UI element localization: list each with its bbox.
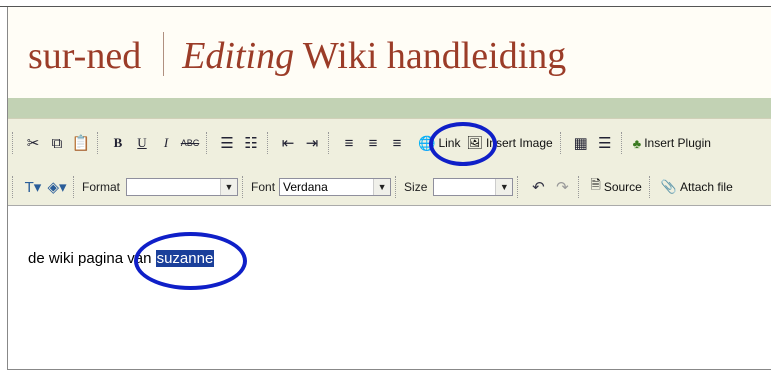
toolbar-separator [242, 176, 246, 198]
outdent-icon: ⇤ [281, 135, 295, 152]
format-select[interactable]: ▼ [126, 178, 239, 196]
horizontal-rule-icon: ☰ [597, 135, 612, 152]
numbered-list-icon: ☰ [220, 135, 234, 152]
toolbar-grip [12, 132, 16, 154]
annotation-circle-selection [134, 232, 247, 290]
strikethrough-button[interactable]: ABC [178, 131, 202, 155]
source-button[interactable]: 🗎 Source [587, 176, 644, 198]
background-color-button[interactable]: ◈▾ [45, 175, 69, 199]
toolbar-separator [97, 132, 101, 154]
toolbar-separator [206, 132, 210, 154]
align-center-button[interactable]: ≡ [361, 131, 385, 155]
toolbar-separator [648, 176, 653, 198]
strikethrough-icon: ABC [180, 138, 200, 148]
attach-file-label: Attach file [680, 180, 733, 194]
table-icon: ▦ [573, 135, 588, 152]
indent-icon: ⇥ [305, 135, 319, 152]
outdent-button[interactable]: ⇤ [276, 131, 300, 155]
clipboard-icon: 📋 [71, 135, 91, 152]
size-select[interactable]: ▼ [433, 178, 514, 196]
size-label: Size [404, 180, 428, 194]
font-select[interactable]: Verdana ▼ [279, 178, 392, 196]
italic-icon: I [163, 135, 169, 150]
toolbar-separator [267, 132, 271, 154]
source-label: Source [603, 180, 642, 194]
indent-button[interactable]: ⇥ [300, 131, 324, 155]
toolbar-row-2: T▾ ◈▾ Format ▼ Font Verdana ▼ Size ▼ ↶ ↷… [8, 172, 736, 202]
bullet-list-icon: ☷ [244, 135, 258, 152]
paste-button[interactable]: 📋 [69, 131, 93, 155]
underline-icon: U [137, 135, 147, 150]
chevron-down-icon: ▼ [495, 179, 513, 195]
title-page-name: Wiki handleiding [302, 35, 567, 77]
toolbar-separator [559, 132, 564, 154]
undo-button[interactable]: ↶ [526, 175, 550, 199]
editor-area[interactable] [8, 205, 771, 371]
paint-bucket-icon: ◈▾ [47, 179, 67, 196]
chevron-down-icon: ▼ [220, 179, 238, 195]
undo-icon: ↶ [532, 179, 545, 196]
annotation-circle-link [429, 122, 497, 166]
copy-icon: ⧉ [51, 134, 63, 152]
align-right-button[interactable]: ≡ [385, 131, 409, 155]
attach-file-button[interactable]: 📎 Attach file [658, 179, 736, 195]
toolbar-row-1: ✂ ⧉ 📋 B U I ABC ☰ ☷ ⇤ ⇥ ≡ ≡ ≡ 🌐 Link 🖼 I… [8, 128, 714, 158]
site-name: sur-ned [28, 35, 142, 77]
title-separator [163, 32, 165, 76]
paperclip-icon: 📎 [660, 179, 678, 194]
align-left-button[interactable]: ≡ [337, 131, 361, 155]
horizontal-rule-button[interactable]: ☰ [593, 131, 617, 155]
toolbar-separator [73, 176, 77, 198]
cut-button[interactable]: ✂ [21, 131, 45, 155]
toolbar-grip [12, 176, 16, 198]
redo-icon: ↷ [556, 179, 569, 196]
toolbar-separator [620, 132, 625, 154]
bullet-list-button[interactable]: ☷ [239, 131, 263, 155]
copy-button[interactable]: ⧉ [45, 131, 69, 155]
bold-icon: B [113, 135, 123, 150]
page-title: sur-ned Editing Wiki handleiding [28, 32, 566, 78]
chevron-down-icon: ▼ [373, 179, 391, 195]
insert-table-button[interactable]: ▦ [569, 131, 593, 155]
redo-button[interactable]: ↷ [550, 175, 574, 199]
text-color-button[interactable]: T▾ [21, 175, 45, 199]
toolbar-separator [578, 176, 582, 198]
plugin-icon: ♣ [632, 135, 642, 151]
insert-plugin-label: Insert Plugin [644, 136, 711, 150]
align-left-icon: ≡ [344, 134, 354, 152]
bold-button[interactable]: B [106, 131, 130, 155]
source-icon: 🗎 [590, 177, 601, 192]
insert-plugin-button[interactable]: ♣ Insert Plugin [630, 136, 714, 151]
italic-button[interactable]: I [154, 131, 178, 155]
toolbar-separator [517, 176, 521, 198]
font-label: Font [251, 180, 276, 194]
underline-button[interactable]: U [130, 131, 154, 155]
green-bar [8, 98, 771, 118]
title-editing: Editing [182, 35, 295, 77]
scissors-icon: ✂ [26, 135, 40, 152]
format-label: Format [82, 180, 121, 194]
font-value: Verdana [283, 180, 328, 194]
numbered-list-button[interactable]: ☰ [215, 131, 239, 155]
text-color-icon: T▾ [24, 179, 42, 196]
toolbar-separator [395, 176, 399, 198]
toolbar-separator [328, 132, 332, 154]
align-center-icon: ≡ [368, 134, 378, 152]
align-right-icon: ≡ [392, 134, 402, 152]
